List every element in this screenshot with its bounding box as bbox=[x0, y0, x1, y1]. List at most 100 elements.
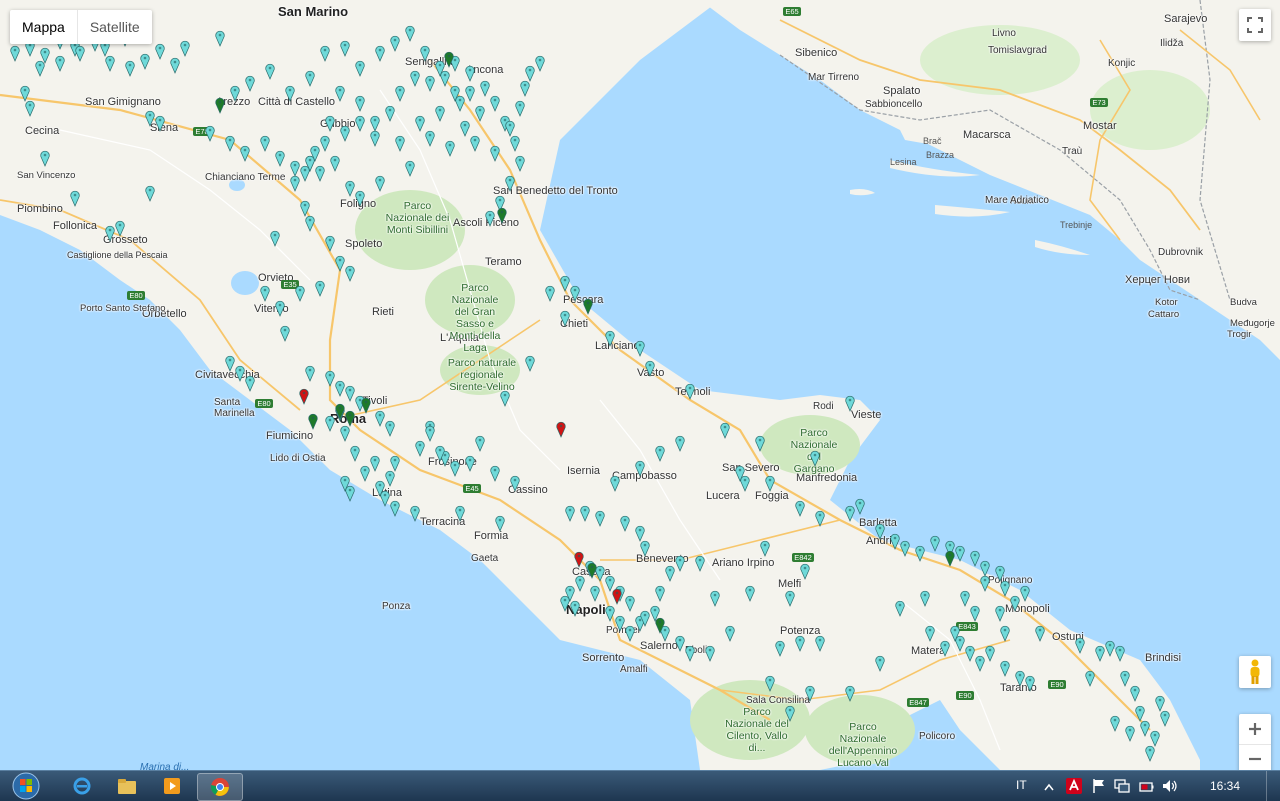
map-marker[interactable] bbox=[535, 55, 545, 72]
taskbar-internet-explorer[interactable] bbox=[64, 773, 100, 799]
map-marker[interactable] bbox=[556, 421, 566, 438]
map-marker[interactable] bbox=[425, 75, 435, 92]
map-marker[interactable] bbox=[495, 515, 505, 532]
map-marker[interactable] bbox=[230, 85, 240, 102]
map-marker[interactable] bbox=[625, 625, 635, 642]
map-marker[interactable] bbox=[35, 60, 45, 77]
map-marker[interactable] bbox=[490, 145, 500, 162]
map-marker[interactable] bbox=[635, 340, 645, 357]
map-marker[interactable] bbox=[335, 255, 345, 272]
map-marker[interactable] bbox=[245, 375, 255, 392]
map-marker[interactable] bbox=[425, 130, 435, 147]
map-marker[interactable] bbox=[325, 235, 335, 252]
map-marker[interactable] bbox=[500, 390, 510, 407]
map-marker[interactable] bbox=[975, 655, 985, 672]
map-marker[interactable] bbox=[710, 590, 720, 607]
map-marker[interactable] bbox=[345, 485, 355, 502]
map-marker[interactable] bbox=[675, 635, 685, 652]
show-desktop-button[interactable] bbox=[1266, 771, 1280, 801]
map-marker[interactable] bbox=[335, 403, 345, 420]
map-marker[interactable] bbox=[125, 60, 135, 77]
map-marker[interactable] bbox=[1025, 675, 1035, 692]
map-marker[interactable] bbox=[655, 585, 665, 602]
map-marker[interactable] bbox=[299, 388, 309, 405]
map-marker[interactable] bbox=[945, 550, 955, 567]
map-marker[interactable] bbox=[795, 635, 805, 652]
map-marker[interactable] bbox=[385, 420, 395, 437]
map-marker[interactable] bbox=[795, 500, 805, 517]
map-marker[interactable] bbox=[985, 645, 995, 662]
map-marker[interactable] bbox=[275, 300, 285, 317]
map-marker[interactable] bbox=[760, 540, 770, 557]
map-marker[interactable] bbox=[940, 640, 950, 657]
map-marker[interactable] bbox=[925, 625, 935, 642]
map-marker[interactable] bbox=[360, 465, 370, 482]
map-marker[interactable] bbox=[444, 51, 454, 68]
language-indicator[interactable]: IT bbox=[1016, 778, 1027, 792]
street-view-pegman-button[interactable] bbox=[1239, 656, 1271, 688]
map-marker[interactable] bbox=[800, 563, 810, 580]
map-marker[interactable] bbox=[590, 585, 600, 602]
map-marker[interactable] bbox=[305, 215, 315, 232]
map-marker[interactable] bbox=[575, 575, 585, 592]
map-marker[interactable] bbox=[290, 175, 300, 192]
map-marker[interactable] bbox=[765, 675, 775, 692]
map-marker[interactable] bbox=[385, 470, 395, 487]
map-marker[interactable] bbox=[320, 135, 330, 152]
map-marker[interactable] bbox=[655, 617, 665, 634]
map-marker[interactable] bbox=[1140, 720, 1150, 737]
map-marker[interactable] bbox=[375, 45, 385, 62]
map-marker[interactable] bbox=[305, 70, 315, 87]
map-marker[interactable] bbox=[105, 55, 115, 72]
map-marker[interactable] bbox=[375, 410, 385, 427]
map-marker[interactable] bbox=[475, 105, 485, 122]
map-marker[interactable] bbox=[490, 95, 500, 112]
map-marker[interactable] bbox=[385, 105, 395, 122]
map-marker[interactable] bbox=[980, 575, 990, 592]
map-marker[interactable] bbox=[225, 355, 235, 372]
map-marker[interactable] bbox=[340, 425, 350, 442]
map-marker[interactable] bbox=[685, 383, 695, 400]
zoom-in-button[interactable] bbox=[1239, 714, 1271, 745]
map-marker[interactable] bbox=[570, 600, 580, 617]
map-marker[interactable] bbox=[740, 475, 750, 492]
map-marker[interactable] bbox=[695, 555, 705, 572]
map-marker[interactable] bbox=[380, 490, 390, 507]
map-marker[interactable] bbox=[325, 415, 335, 432]
map-marker[interactable] bbox=[640, 610, 650, 627]
map-marker[interactable] bbox=[140, 53, 150, 70]
map-marker[interactable] bbox=[1035, 625, 1045, 642]
map-marker[interactable] bbox=[345, 410, 355, 427]
map-marker[interactable] bbox=[330, 155, 340, 172]
map-marker[interactable] bbox=[345, 265, 355, 282]
map-marker[interactable] bbox=[265, 63, 275, 80]
map-marker[interactable] bbox=[525, 355, 535, 372]
map-marker[interactable] bbox=[435, 445, 445, 462]
map-marker[interactable] bbox=[785, 590, 795, 607]
map-marker[interactable] bbox=[560, 595, 570, 612]
fullscreen-button[interactable] bbox=[1239, 9, 1271, 41]
avira-tray-button[interactable] bbox=[1066, 778, 1082, 797]
map-marker[interactable] bbox=[1110, 715, 1120, 732]
map-marker[interactable] bbox=[475, 435, 485, 452]
map-marker[interactable] bbox=[280, 325, 290, 342]
map-marker[interactable] bbox=[361, 397, 371, 414]
map-marker[interactable] bbox=[545, 285, 555, 302]
map-marker[interactable] bbox=[1010, 595, 1020, 612]
map-marker[interactable] bbox=[1160, 710, 1170, 727]
map-marker[interactable] bbox=[450, 460, 460, 477]
map-marker[interactable] bbox=[55, 55, 65, 72]
map-marker[interactable] bbox=[845, 505, 855, 522]
map-marker[interactable] bbox=[455, 505, 465, 522]
map-marker[interactable] bbox=[410, 505, 420, 522]
map-marker[interactable] bbox=[845, 395, 855, 412]
map-marker[interactable] bbox=[1020, 585, 1030, 602]
map-marker[interactable] bbox=[725, 625, 735, 642]
map-marker[interactable] bbox=[685, 645, 695, 662]
map-marker[interactable] bbox=[755, 435, 765, 452]
map-marker[interactable] bbox=[25, 100, 35, 117]
map-type-mappa-button[interactable]: Mappa bbox=[10, 10, 77, 44]
map-marker[interactable] bbox=[355, 60, 365, 77]
map-marker[interactable] bbox=[665, 565, 675, 582]
map-marker[interactable] bbox=[1130, 685, 1140, 702]
